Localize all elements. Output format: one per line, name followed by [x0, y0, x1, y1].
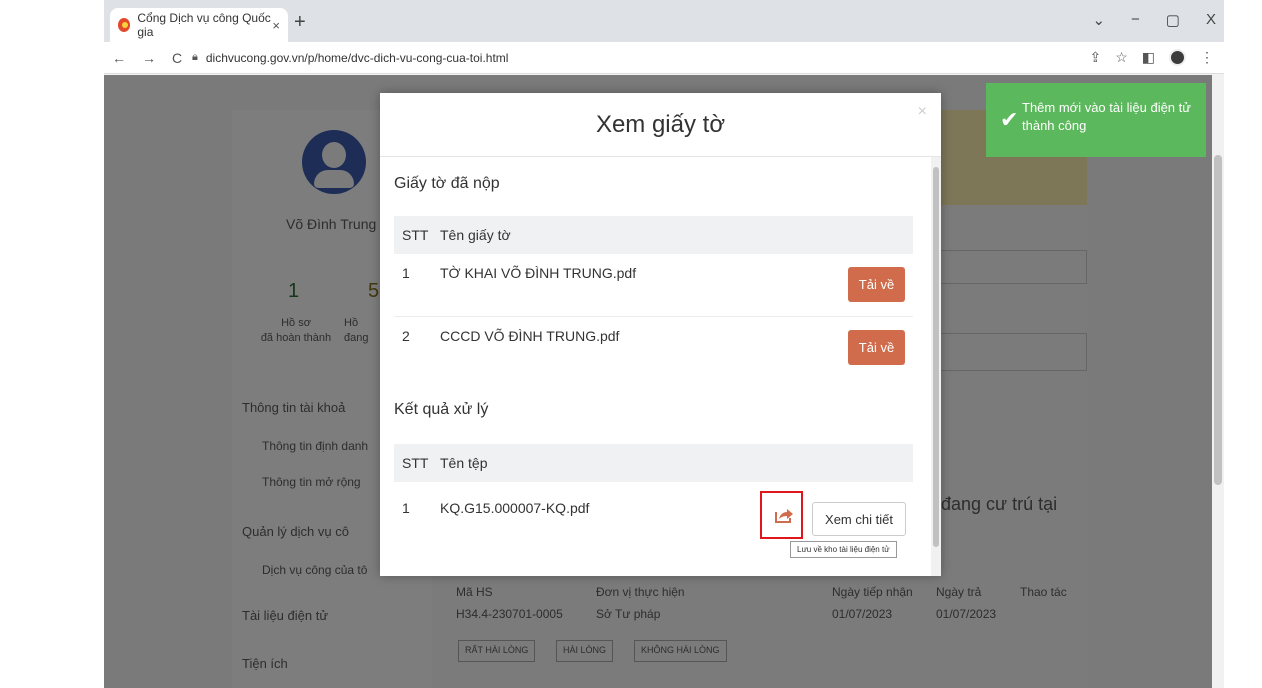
unsatisfied-button[interactable]: KHÔNG HÀI LÒNG: [634, 640, 727, 662]
bookmark-icon[interactable]: ☆: [1115, 49, 1128, 66]
table-row: 1 TỜ KHAI VÕ ĐÌNH TRUNG.pdf Tải về: [394, 254, 913, 317]
processing-label: Hồ đang: [344, 317, 369, 344]
col-code: Mã HS: [456, 585, 493, 599]
table-row: 2 CCCD VÕ ĐÌNH TRUNG.pdf Tải về: [394, 317, 913, 380]
browser-toolbar: ← → C 🔒︎ dichvucong.gov.vn/p/home/dvc-di…: [104, 42, 1224, 74]
share-save-icon: [775, 509, 793, 523]
favicon-icon: [118, 18, 131, 32]
download-button[interactable]: Tải về: [848, 330, 905, 365]
modal-close-icon[interactable]: ×: [918, 103, 927, 121]
modal-scrollbar[interactable]: [931, 157, 941, 576]
result-section-title: Kết quả xử lý: [394, 401, 489, 418]
col-return: Ngày trả: [936, 585, 982, 599]
minimize-button[interactable]: −: [1131, 11, 1140, 29]
row-stt: 1: [402, 265, 410, 281]
modal-body: Giấy tờ đã nộp STT Tên giấy tờ 1 TỜ KHAI…: [380, 157, 931, 576]
reload-icon[interactable]: C: [172, 50, 182, 66]
sidebar-item-documents[interactable]: Tài liệu điện tử: [242, 608, 328, 623]
window-controls: ⌄ − ▢ X: [1092, 11, 1216, 29]
back-icon[interactable]: ←: [112, 50, 126, 66]
save-to-storage-button[interactable]: [760, 491, 803, 539]
satisfied-button[interactable]: HÀI LÒNG: [556, 640, 614, 662]
tab-active[interactable]: Cổng Dịch vụ công Quốc gia ×: [110, 8, 288, 42]
col-unit: Đơn vị thực hiện: [596, 585, 685, 599]
success-toast: ✔ Thêm mới vào tài liệu điện tử thành cô…: [986, 83, 1206, 157]
close-window-button[interactable]: X: [1206, 11, 1216, 29]
col-received: Ngày tiếp nhận: [832, 585, 913, 599]
very-satisfied-button[interactable]: RẤT HÀI LÒNG: [458, 640, 536, 662]
col-action: Thao tác: [1020, 585, 1067, 599]
header-stt: STT: [402, 455, 429, 471]
header-doc-name: Tên giấy tờ: [440, 227, 511, 243]
side-panel-icon[interactable]: ◧: [1142, 49, 1155, 66]
row-doc-name: CCCD VÕ ĐÌNH TRUNG.pdf: [440, 328, 620, 344]
record-return: 01/07/2023: [936, 607, 997, 621]
record-code: H34.4-230701-0005: [456, 607, 563, 621]
sidebar-item-utilities[interactable]: Tiện ích: [242, 656, 288, 671]
user-avatar-icon: [302, 130, 366, 194]
share-icon[interactable]: ⇪: [1089, 49, 1101, 66]
sidebar-item-extended[interactable]: Thông tin mở rộng: [262, 475, 361, 489]
address-bar[interactable]: 🔒︎ dichvucong.gov.vn/p/home/dvc-dich-vu-…: [192, 51, 508, 65]
new-tab-button[interactable]: +: [294, 11, 306, 34]
processing-count: 5: [368, 280, 380, 302]
lock-icon: 🔒︎: [192, 51, 198, 63]
sidebar-item-my-services[interactable]: Dịch vụ công của tô: [262, 563, 367, 577]
page-scrollbar[interactable]: [1212, 75, 1224, 688]
profile-avatar-icon[interactable]: [1169, 49, 1186, 66]
sidebar-item-identity[interactable]: Thông tin định danh: [262, 439, 368, 453]
page-viewport: Võ Đình Trung 1 5 Hồ sơ đã hoàn thành Hồ…: [104, 75, 1212, 688]
submitted-table-header: STT Tên giấy tờ: [394, 216, 913, 254]
residence-heading: i đang cư trú tại: [932, 494, 1058, 514]
menu-icon[interactable]: ⋮: [1200, 49, 1214, 66]
completed-count: 1: [288, 280, 300, 302]
restore-button[interactable]: ▢: [1166, 11, 1180, 29]
browser-window: Cổng Dịch vụ công Quốc gia × + ⌄ − ▢ X ←…: [104, 0, 1224, 688]
toast-message: Thêm mới vào tài liệu điện tử thành công: [1022, 100, 1191, 133]
sidebar-item-account[interactable]: Thông tin tài khoả: [242, 400, 345, 415]
download-button[interactable]: Tải về: [848, 267, 905, 302]
tab-close-icon[interactable]: ×: [272, 18, 280, 33]
record-unit: Sở Tư pháp: [596, 607, 661, 621]
view-detail-button[interactable]: Xem chi tiết: [812, 502, 906, 536]
tab-title: Cổng Dịch vụ công Quốc gia: [137, 11, 271, 39]
submitted-section-title: Giấy tờ đã nộp: [394, 175, 500, 192]
save-tooltip: Lưu về kho tài liệu điện tử: [790, 541, 897, 558]
row-stt: 2: [402, 328, 410, 344]
header-file-name: Tên tệp: [440, 455, 488, 471]
document-modal: Xem giấy tờ × Giấy tờ đã nộp STT Tên giấ…: [380, 93, 941, 576]
completed-label: Hồ sơ đã hoàn thành: [260, 317, 332, 344]
tab-search-icon[interactable]: ⌄: [1092, 11, 1105, 29]
row-stt: 1: [402, 500, 410, 516]
user-name: Võ Đình Trung: [286, 216, 377, 232]
forward-icon[interactable]: →: [142, 50, 156, 66]
row-doc-name: TỜ KHAI VÕ ĐÌNH TRUNG.pdf: [440, 265, 637, 281]
tab-strip: Cổng Dịch vụ công Quốc gia × + ⌄ − ▢ X: [104, 0, 1224, 42]
modal-title: Xem giấy tờ: [595, 111, 726, 138]
header-stt: STT: [402, 227, 429, 243]
check-icon: ✔: [1000, 107, 1019, 132]
record-received: 01/07/2023: [832, 607, 893, 621]
result-table-header: STT Tên tệp: [394, 444, 913, 482]
url-text: dichvucong.gov.vn/p/home/dvc-dich-vu-con…: [205, 50, 509, 65]
modal-header: Xem giấy tờ ×: [380, 93, 941, 157]
row-file-name: KQ.G15.000007-KQ.pdf: [440, 500, 590, 516]
sidebar-item-services[interactable]: Quản lý dịch vụ cô: [242, 524, 349, 539]
